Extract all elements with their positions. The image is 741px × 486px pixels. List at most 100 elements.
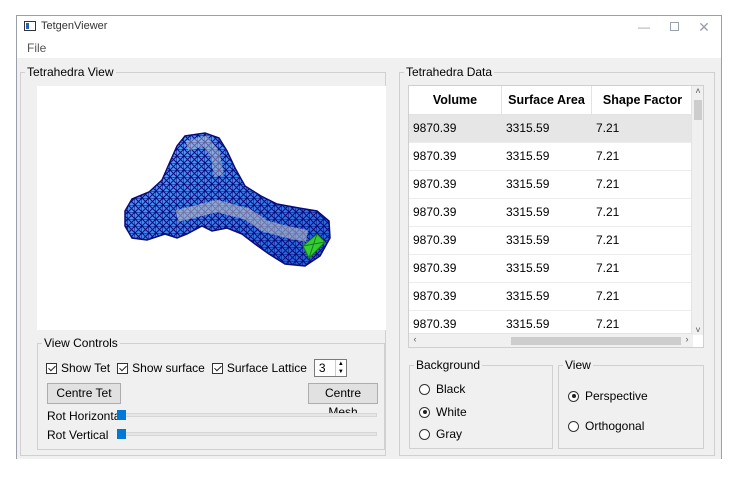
- table-row[interactable]: 9870.39 3315.59 7.21: [409, 255, 693, 283]
- table-row[interactable]: 9870.39 3315.59 7.21: [409, 283, 693, 311]
- show-surface-check-icon: [117, 362, 129, 374]
- vertical-scrollbar[interactable]: ˄ ˅: [691, 86, 703, 335]
- column-header-shape-factor[interactable]: Shape Factor: [592, 86, 693, 115]
- radio-perspective[interactable]: Perspective: [568, 389, 648, 403]
- maximize-button[interactable]: [659, 16, 689, 38]
- column-header-volume[interactable]: ⌄ Volume: [409, 86, 502, 115]
- menu-file[interactable]: File: [27, 41, 46, 55]
- table-row[interactable]: 9870.39 3315.59 7.21: [409, 115, 693, 143]
- view-controls-title: View Controls: [42, 336, 120, 350]
- table-row[interactable]: 9870.39 3315.59 7.21: [409, 199, 693, 227]
- cell-volume: 9870.39: [413, 177, 457, 191]
- surface-lattice-checkbox[interactable]: Surface Lattice: [211, 361, 307, 375]
- show-surface-label: Show surface: [132, 361, 205, 375]
- background-group: Background Black White Gray: [409, 358, 553, 449]
- show-tet-check-icon: [46, 362, 57, 374]
- scroll-up-icon[interactable]: ˄: [692, 86, 703, 96]
- view-controls-group: View Controls Show Tet Show surface Surf…: [37, 336, 385, 450]
- radio-white[interactable]: White: [419, 405, 467, 419]
- cell-surface-area: 3315.59: [506, 261, 550, 275]
- 3d-viewport[interactable]: [37, 86, 386, 330]
- cell-surface-area: 3315.59: [506, 177, 550, 191]
- tetrahedra-table[interactable]: ⌄ Volume Surface Area Shape Factor 9870.…: [408, 85, 704, 348]
- tetrahedra-data-title: Tetrahedra Data: [404, 65, 495, 79]
- radio-orthogonal-icon: [568, 420, 579, 432]
- view-title: View: [563, 358, 593, 372]
- spin-arrows[interactable]: ▲ ▼: [334, 360, 346, 376]
- rot-vertical-label: Rot Vertical: [47, 428, 109, 442]
- scroll-down-icon[interactable]: ˅: [692, 325, 703, 335]
- radio-gray-label: Gray: [436, 427, 463, 441]
- app-icon: [24, 21, 36, 31]
- surface-lattice-check-icon: [211, 362, 223, 374]
- spin-down-icon[interactable]: ▼: [336, 368, 346, 376]
- radio-black-icon: [419, 383, 430, 395]
- rot-horizontal-track[interactable]: [119, 413, 377, 417]
- radio-orthogonal[interactable]: Orthogonal: [568, 419, 644, 433]
- rot-vertical-track[interactable]: [119, 432, 377, 436]
- cell-surface-area: 3315.59: [506, 149, 550, 163]
- cell-shape-factor: 7.21: [596, 149, 620, 163]
- title-bar: TetgenViewer — ✕: [17, 16, 721, 38]
- maximize-icon: [669, 22, 679, 31]
- background-title: Background: [414, 358, 483, 372]
- cell-shape-factor: 7.21: [596, 289, 620, 303]
- show-tet-checkbox[interactable]: Show Tet: [46, 361, 110, 375]
- cell-surface-area: 3315.59: [506, 205, 550, 219]
- cell-shape-factor: 7.21: [596, 121, 620, 135]
- cell-shape-factor: 7.21: [596, 261, 620, 275]
- close-button[interactable]: ✕: [689, 16, 719, 38]
- cell-volume: 9870.39: [413, 289, 457, 303]
- mesh-body: [124, 132, 331, 267]
- horizontal-scrollbar[interactable]: ‹ ›: [409, 333, 693, 347]
- cell-volume: 9870.39: [413, 261, 457, 275]
- lattice-spinbox[interactable]: 3 ▲ ▼: [313, 359, 347, 377]
- radio-black-label: Black: [436, 382, 466, 396]
- cell-shape-factor: 7.21: [596, 177, 620, 191]
- cell-volume: 9870.39: [413, 149, 457, 163]
- window-title: TetgenViewer: [41, 20, 108, 32]
- surface-lattice-label: Surface Lattice: [226, 361, 307, 375]
- horizontal-scroll-thumb[interactable]: [511, 337, 681, 345]
- checkbox-row: Show Tet Show surface Surface Lattice 3 …: [46, 359, 347, 377]
- mesh-render: [124, 132, 331, 267]
- radio-orthogonal-label: Orthogonal: [585, 419, 645, 433]
- scroll-left-icon[interactable]: ‹: [409, 334, 421, 344]
- view-group: View Perspective Orthogonal: [558, 358, 704, 449]
- centre-mesh-button[interactable]: Centre Mesh: [308, 383, 378, 419]
- sort-indicator-icon: ⌄: [456, 93, 462, 100]
- centre-tet-button[interactable]: Centre Tet: [47, 383, 121, 404]
- cell-surface-area: 3315.59: [506, 289, 550, 303]
- radio-perspective-label: Perspective: [585, 389, 648, 403]
- scroll-right-icon[interactable]: ›: [681, 334, 693, 344]
- radio-black[interactable]: Black: [419, 382, 465, 396]
- column-header-surface-area[interactable]: Surface Area: [502, 86, 592, 115]
- cell-surface-area: 3315.59: [506, 233, 550, 247]
- vertical-scroll-thumb[interactable]: [694, 100, 702, 120]
- rot-horizontal-label: Rot Horizontal: [47, 409, 124, 423]
- radio-white-label: White: [436, 405, 467, 419]
- table-header: ⌄ Volume Surface Area Shape Factor: [409, 86, 693, 115]
- cell-surface-area: 3315.59: [506, 121, 550, 135]
- menu-bar: File: [17, 38, 721, 58]
- cell-volume: 9870.39: [413, 233, 457, 247]
- rot-horizontal-handle[interactable]: [117, 410, 126, 420]
- table-row[interactable]: 9870.39 3315.59 7.21: [409, 143, 693, 171]
- cell-volume: 9870.39: [413, 121, 457, 135]
- table-row[interactable]: 9870.39 3315.59 7.21: [409, 227, 693, 255]
- table-row[interactable]: 9870.39 3315.59 7.21: [409, 171, 693, 199]
- minimize-button[interactable]: —: [629, 16, 659, 38]
- cell-shape-factor: 7.21: [596, 205, 620, 219]
- radio-perspective-icon: [568, 390, 579, 402]
- rot-vertical-handle[interactable]: [117, 429, 126, 439]
- show-tet-label: Show Tet: [61, 361, 111, 375]
- tetrahedra-view-title: Tetrahedra View: [25, 65, 116, 79]
- radio-white-icon: [419, 406, 430, 418]
- show-surface-checkbox[interactable]: Show surface: [117, 361, 205, 375]
- lattice-value: 3: [318, 361, 326, 375]
- radio-gray[interactable]: Gray: [419, 427, 462, 441]
- cell-shape-factor: 7.21: [596, 233, 620, 247]
- radio-gray-icon: [419, 428, 430, 440]
- spin-up-icon[interactable]: ▲: [336, 360, 346, 368]
- cell-volume: 9870.39: [413, 205, 457, 219]
